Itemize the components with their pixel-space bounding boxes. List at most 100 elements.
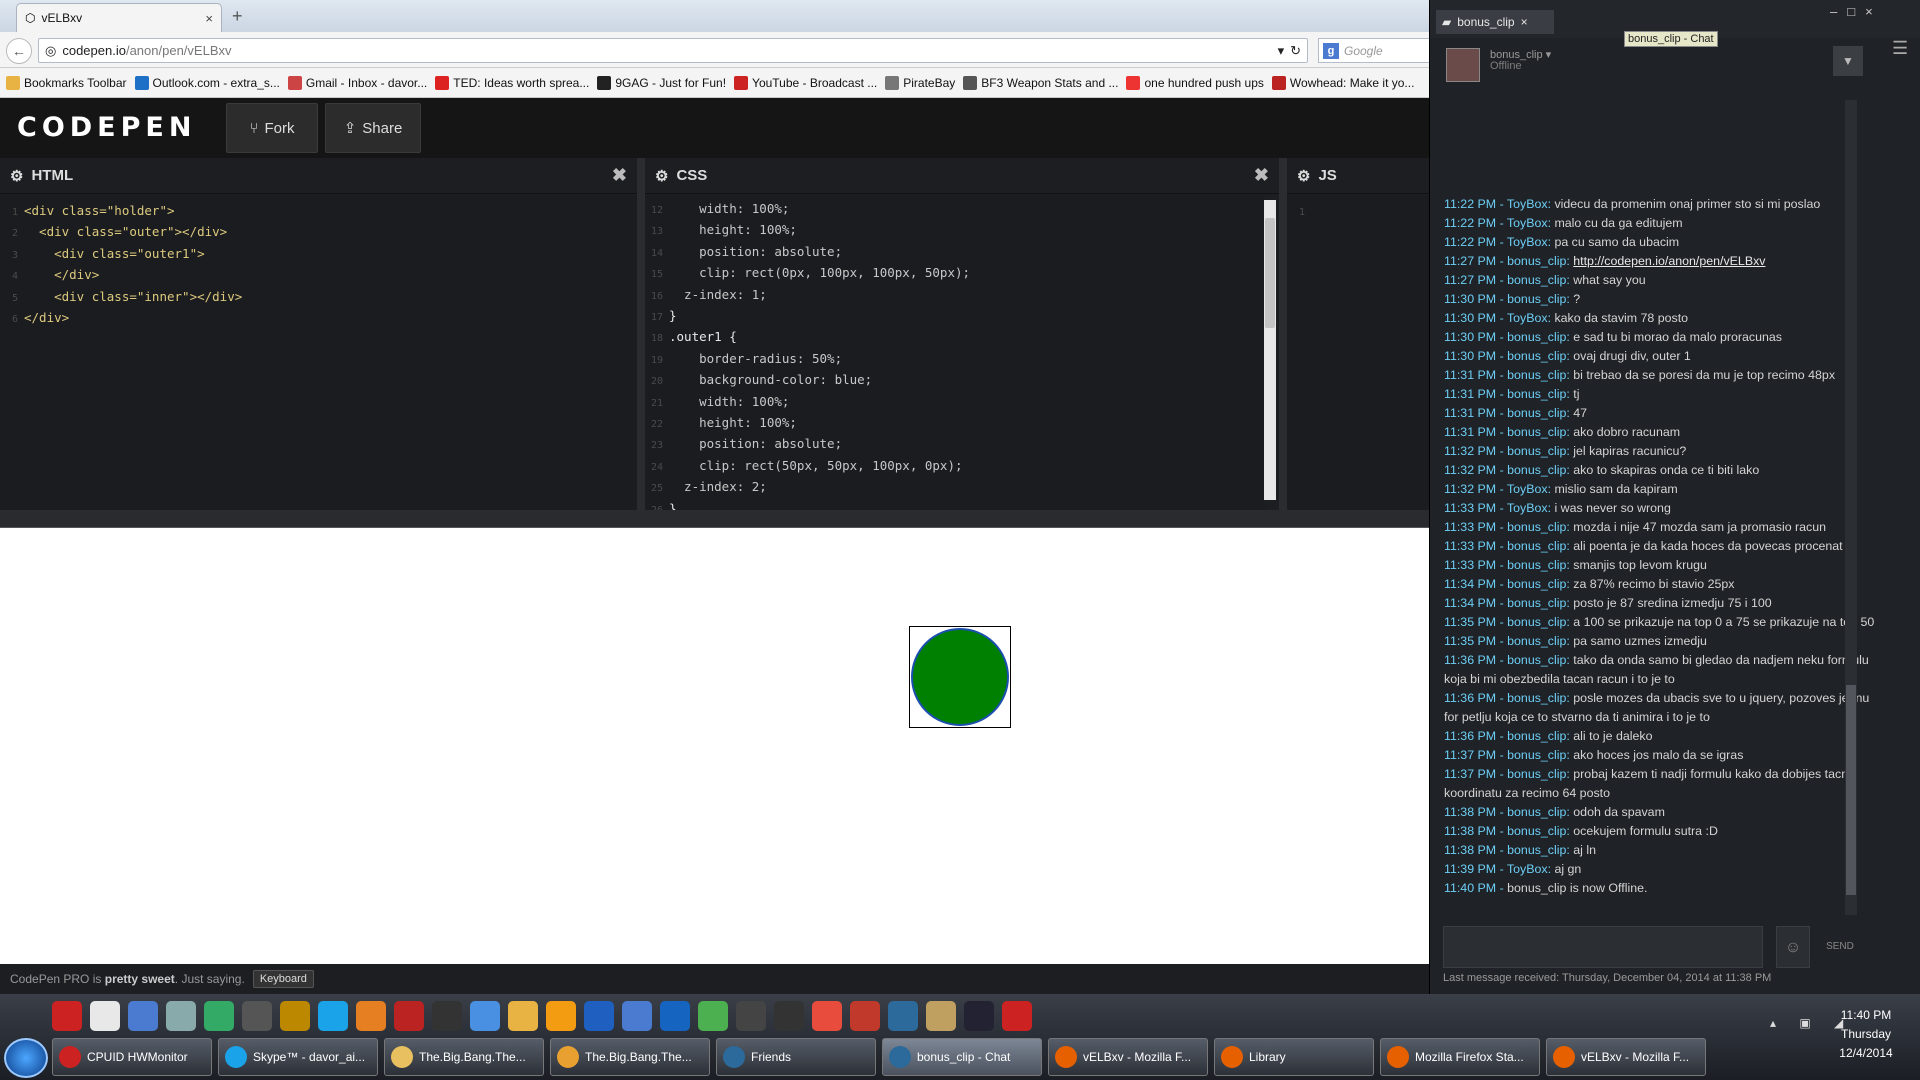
html-code[interactable]: 1 <div class="holder"> 2 <div class="outer…: [0, 195, 637, 510]
back-button[interactable]: ←: [6, 38, 32, 64]
quicklaunch-app-icon[interactable]: [128, 1001, 158, 1031]
search-box[interactable]: g Google: [1318, 38, 1430, 63]
taskbar-task[interactable]: Skype™ - davor_ai...: [218, 1038, 378, 1076]
bookmark-item[interactable]: TED: Ideas worth sprea...: [435, 75, 589, 90]
keyboard-button[interactable]: Keyboard: [252, 970, 314, 988]
quicklaunch-app-icon[interactable]: [736, 1001, 766, 1031]
dropdown-icon[interactable]: ▾: [1278, 43, 1285, 59]
quicklaunch-app-icon[interactable]: [1002, 1001, 1032, 1031]
quicklaunch-app-icon[interactable]: [470, 1001, 500, 1031]
menu-icon[interactable]: ☰: [1892, 38, 1908, 59]
bookmark-item[interactable]: Bookmarks Toolbar: [6, 75, 127, 90]
scrollbar-thumb[interactable]: [1846, 685, 1856, 895]
bookmark-icon: [734, 75, 749, 90]
taskbar-task[interactable]: vELBxv - Mozilla F...: [1048, 1038, 1208, 1076]
send-button[interactable]: SEND: [1818, 926, 1862, 968]
message-separator: -: [1496, 387, 1508, 401]
taskbar-task[interactable]: vELBxv - Mozilla F...: [1546, 1038, 1706, 1076]
message-user: bonus_clip: [1507, 406, 1567, 420]
message-separator: -: [1496, 254, 1508, 268]
fork-button[interactable]: ⑂ Fork: [226, 103, 318, 153]
bookmark-item[interactable]: 9GAG - Just for Fun!: [597, 75, 727, 90]
chat-scrollbar[interactable]: [1845, 100, 1857, 915]
gear-icon[interactable]: ⚙: [10, 167, 23, 185]
quicklaunch-app-icon[interactable]: [394, 1001, 424, 1031]
quicklaunch-app-icon[interactable]: [926, 1001, 956, 1031]
quicklaunch-app-icon[interactable]: [432, 1001, 462, 1031]
gear-icon[interactable]: ⚙: [655, 167, 668, 185]
js-code[interactable]: 1: [1287, 195, 1430, 510]
close-icon[interactable]: ✖: [612, 165, 627, 186]
bookmark-label: 9GAG - Just for Fun!: [615, 75, 727, 90]
quicklaunch-app-icon[interactable]: [280, 1001, 310, 1031]
quicklaunch-app-icon[interactable]: [660, 1001, 690, 1031]
message-time: 11:38 PM: [1444, 805, 1497, 819]
resize-handle[interactable]: [0, 510, 1430, 528]
new-tab-icon[interactable]: +: [232, 6, 243, 27]
codepen-logo[interactable]: CODEPEN: [17, 112, 196, 143]
quicklaunch-app-icon[interactable]: [90, 1001, 120, 1031]
clock[interactable]: 11:40 PM Thursday 12/4/2014: [1820, 1006, 1912, 1063]
css-code[interactable]: 12 width: 100%; 13 height: 100%; 14 positi…: [645, 195, 1265, 510]
chat-tab[interactable]: ▰ bonus_clip ×: [1436, 10, 1554, 34]
bookmark-item[interactable]: BF3 Weapon Stats and ...: [963, 75, 1118, 90]
quicklaunch-app-icon[interactable]: [204, 1001, 234, 1031]
editor-divider[interactable]: [637, 158, 645, 510]
quicklaunch-app-icon[interactable]: [52, 1001, 82, 1031]
quicklaunch-app-icon[interactable]: [166, 1001, 196, 1031]
taskbar-task[interactable]: Mozilla Firefox Sta...: [1380, 1038, 1540, 1076]
reload-icon[interactable]: ↻: [1290, 43, 1301, 59]
quicklaunch-app-icon[interactable]: [242, 1001, 272, 1031]
close-tab-icon[interactable]: ×: [205, 11, 213, 26]
start-button[interactable]: [4, 1038, 48, 1078]
avatar[interactable]: [1446, 48, 1480, 82]
taskbar-task[interactable]: The.Big.Bang.The...: [550, 1038, 710, 1076]
scrollbar-thumb[interactable]: [1265, 218, 1275, 328]
message-user: bonus_clip: [1507, 539, 1567, 553]
quicklaunch-app-icon[interactable]: [584, 1001, 614, 1031]
quicklaunch-app-icon[interactable]: [356, 1001, 386, 1031]
close-icon[interactable]: ✖: [1254, 165, 1269, 186]
message-link[interactable]: http://codepen.io/anon/pen/vELBxv: [1573, 254, 1765, 268]
bookmark-item[interactable]: YouTube - Broadcast ...: [734, 75, 877, 90]
app-icon: [1055, 1046, 1077, 1068]
quicklaunch-app-icon[interactable]: [318, 1001, 348, 1031]
bookmark-item[interactable]: PirateBay: [885, 75, 955, 90]
quicklaunch-app-icon[interactable]: [508, 1001, 538, 1031]
chat-input[interactable]: [1443, 926, 1763, 968]
share-button[interactable]: ⇪ Share: [325, 103, 421, 153]
emoticon-button[interactable]: ☺: [1776, 926, 1810, 968]
bookmark-icon: [1126, 75, 1141, 90]
quicklaunch-app-icon[interactable]: [850, 1001, 880, 1031]
taskbar-task[interactable]: Library: [1214, 1038, 1374, 1076]
taskbar-task[interactable]: bonus_clip - Chat: [882, 1038, 1042, 1076]
quicklaunch-app-icon[interactable]: [622, 1001, 652, 1031]
quicklaunch-app-icon[interactable]: [964, 1001, 994, 1031]
message-text: ali poenta je da kada hoces da povecas p…: [1573, 539, 1843, 553]
line-number: 4: [11, 271, 18, 283]
gear-icon[interactable]: ⚙: [1297, 167, 1310, 185]
close-icon[interactable]: ×: [1521, 15, 1528, 29]
editor-divider[interactable]: [1279, 158, 1287, 510]
bookmark-item[interactable]: Outlook.com - extra_s...: [134, 75, 280, 90]
quicklaunch-app-icon[interactable]: [888, 1001, 918, 1031]
window-controls[interactable]: –□×: [1830, 4, 1883, 19]
taskbar-task[interactable]: The.Big.Bang.The...: [384, 1038, 544, 1076]
line-number: 23: [650, 440, 663, 452]
browser-tab[interactable]: ⬡ vELBxv ×: [16, 3, 222, 32]
chat-message: 11:31 PM - bonus_clip: ako dobro racunam: [1444, 423, 1886, 442]
address-bar[interactable]: ◎ codepen.io/anon/pen/vELBxv ▾ ↻: [38, 38, 1308, 63]
message-time: 11:30 PM: [1444, 349, 1497, 363]
bookmark-item[interactable]: Wowhead: Make it yo...: [1271, 75, 1414, 90]
chat-options-button[interactable]: ▼: [1833, 46, 1863, 76]
quicklaunch-app-icon[interactable]: [812, 1001, 842, 1031]
taskbar-task[interactable]: CPUID HWMonitor: [52, 1038, 212, 1076]
css-scrollbar[interactable]: [1264, 200, 1276, 500]
app-icon: [1387, 1046, 1409, 1068]
taskbar-task[interactable]: Friends: [716, 1038, 876, 1076]
quicklaunch-app-icon[interactable]: [698, 1001, 728, 1031]
quicklaunch-app-icon[interactable]: [774, 1001, 804, 1031]
bookmark-item[interactable]: one hundred push ups: [1126, 75, 1264, 90]
bookmark-item[interactable]: Gmail - Inbox - davor...: [287, 75, 427, 90]
quicklaunch-app-icon[interactable]: [546, 1001, 576, 1031]
